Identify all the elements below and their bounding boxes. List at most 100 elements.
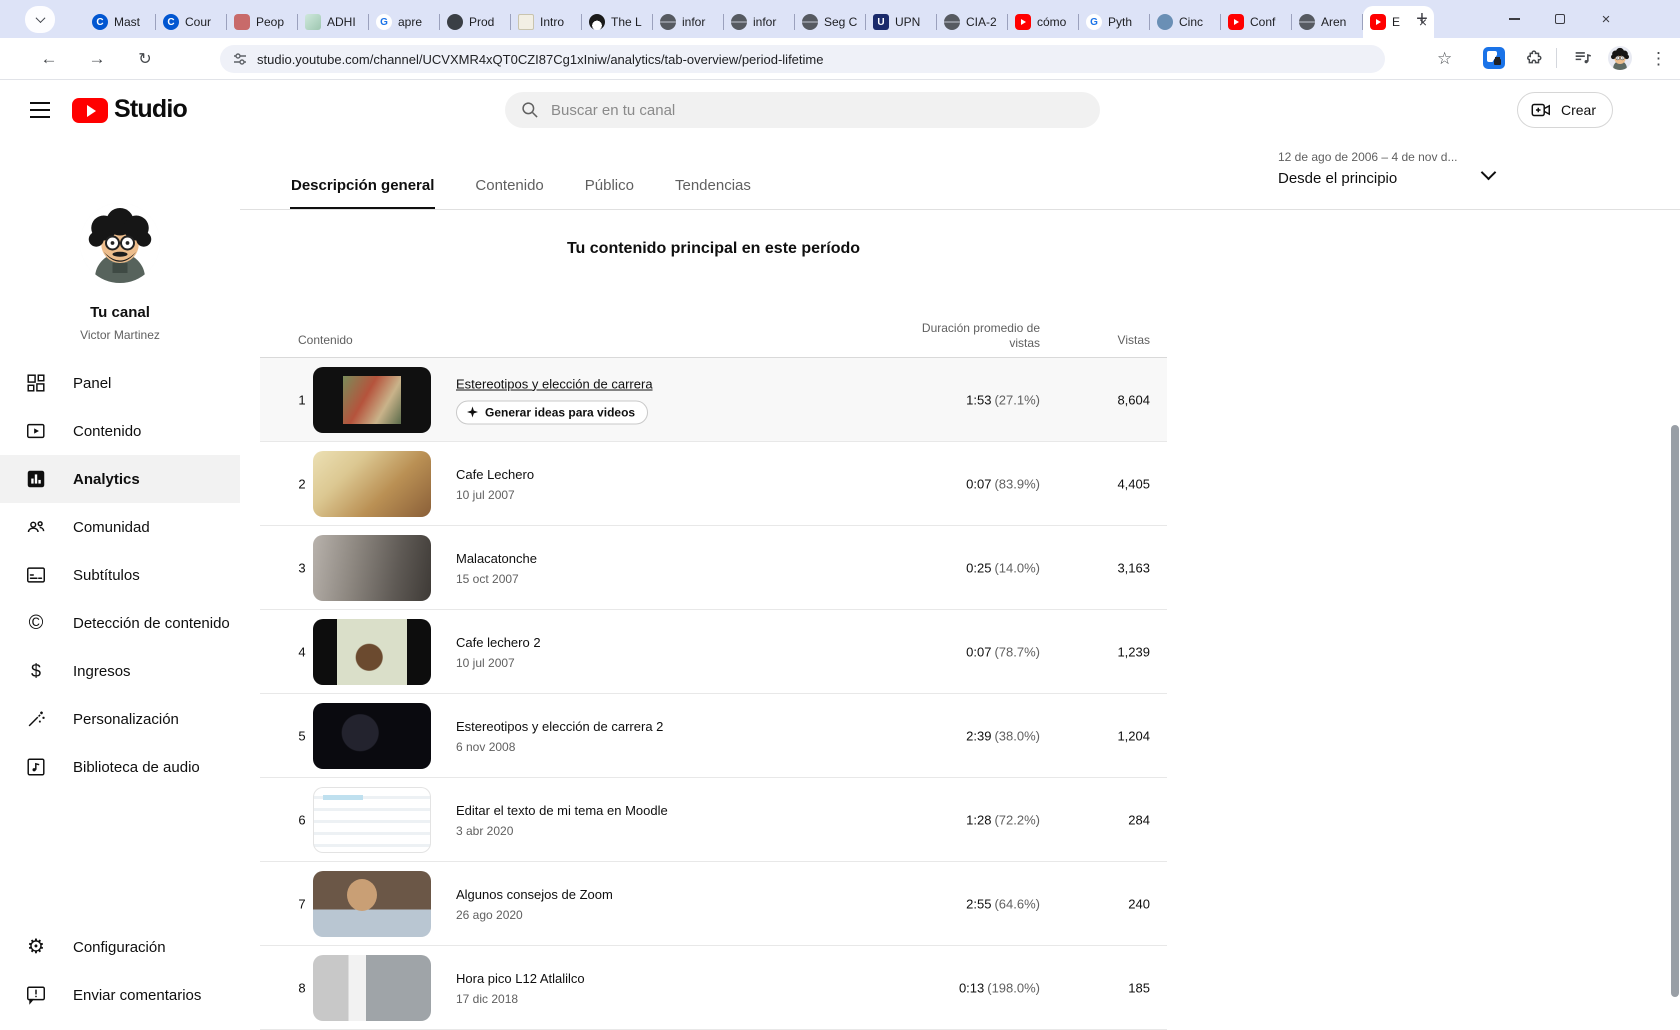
site-info-icon[interactable] [232,51,248,67]
table-row[interactable]: 2 Cafe Lechero 10 jul 2007 0:07(83.9%) [260,442,1167,526]
browser-tab[interactable]: Aren [1292,6,1363,38]
generate-ideas-chip[interactable]: Generar ideas para videos [456,400,648,424]
browser-tab[interactable]: C Cour [156,6,227,38]
browser-tab[interactable]: G apre [369,6,440,38]
tab-favicon [234,14,250,30]
browser-menu-icon[interactable]: ⋮ [1650,49,1667,69]
minimize-button[interactable] [1506,11,1522,27]
back-icon[interactable]: ← [38,49,60,69]
tab-publico[interactable]: Público [584,177,635,210]
tab-favicon [802,14,818,30]
sidebar-item-panel[interactable]: Panel [0,359,240,407]
sidebar-item-personalizacion[interactable]: Personalización [0,695,240,743]
sidebar-item-enviar-comentarios[interactable]: Enviar comentarios [0,971,240,1019]
video-title[interactable]: Cafe lechero 2 [456,634,541,651]
table-row[interactable]: 3 Malacatonche 15 oct 2007 0:25(14.0%) [260,526,1167,610]
browser-tab[interactable]: ADHI [298,6,369,38]
video-thumbnail[interactable] [313,367,431,433]
playlist-icon[interactable] [1572,47,1594,69]
browser-profile-avatar[interactable] [1608,46,1632,70]
tab-favicon [589,14,605,30]
browser-tab[interactable]: G Pyth [1079,6,1150,38]
browser-tab[interactable]: Seg C [795,6,866,38]
video-title[interactable]: Estereotipos y elección de carrera [456,375,653,392]
video-meta: Cafe Lechero 10 jul 2007 [456,466,534,502]
reload-icon[interactable]: ↻ [134,49,156,69]
video-thumbnail[interactable] [313,871,431,937]
address-bar[interactable]: studio.youtube.com/channel/UCVXMR4xQT0CZ… [220,45,1385,73]
table-row[interactable]: 7 Algunos consejos de Zoom 26 ago 2020 2… [260,862,1167,946]
table-row[interactable]: 6 Editar el texto de mi tema en Moodle 3… [260,778,1167,862]
browser-tab[interactable]: infor [653,6,724,38]
rank-number: 4 [290,644,314,659]
sidebar-item-configuracion[interactable]: ⚙ Configuración [0,923,240,971]
studio-sidebar: Tu canal Victor Martinez Panel [0,140,240,1030]
video-thumbnail[interactable] [313,703,431,769]
video-date: 17 dic 2018 [456,992,585,1006]
sidebar-item-analytics[interactable]: Analytics [0,455,240,503]
video-title[interactable]: Malacatonche [456,550,537,567]
tab-search-button[interactable] [25,6,55,33]
browser-tab-strip: C Mast C Cour Peop A [0,0,1680,38]
tab-descripcion-general[interactable]: Descripción general [290,177,435,210]
create-button[interactable]: Crear [1517,92,1613,128]
youtube-logo-icon[interactable] [72,98,108,123]
youtube-studio-logo[interactable]: Studio [114,95,187,124]
sidebar-item-biblioteca[interactable]: Biblioteca de audio [0,743,240,791]
browser-tab[interactable]: cómo [1008,6,1079,38]
sidebar-item-deteccion[interactable]: © Detección de contenido [0,599,240,647]
video-meta: Estereotipos y elección de carrera 2 6 n… [456,718,663,754]
browser-tab[interactable]: The L [582,6,653,38]
window-controls: × [1506,0,1614,38]
channel-search-box[interactable] [505,92,1100,128]
browser-tab[interactable]: U UPN [866,6,937,38]
table-header: Contenido Duración promedio de vistas Vi… [260,270,1167,358]
browser-tab[interactable]: Prod [440,6,511,38]
sidebar-item-subtitulos[interactable]: Subtítulos [0,551,240,599]
extensions-puzzle-icon[interactable] [1522,47,1544,69]
video-thumbnail[interactable] [313,451,431,517]
forward-icon[interactable]: → [86,49,108,69]
video-meta: Algunos consejos de Zoom 26 ago 2020 [456,886,613,922]
password-extension-icon[interactable] [1483,47,1505,69]
video-thumbnail[interactable] [313,955,431,1021]
restore-button[interactable] [1552,11,1568,27]
sidebar-item-ingresos[interactable]: $ Ingresos [0,647,240,695]
sidebar-item-comunidad[interactable]: Comunidad [0,503,240,551]
video-title[interactable]: Editar el texto de mi tema en Moodle [456,802,668,819]
video-title[interactable]: Hora pico L12 Atlalilco [456,970,585,987]
views-count: 1,204 [960,728,1150,743]
browser-tab[interactable]: Cinc [1150,6,1221,38]
new-tab-button[interactable]: + [1408,5,1436,33]
tab-contenido[interactable]: Contenido [474,177,544,210]
video-title[interactable]: Estereotipos y elección de carrera 2 [456,718,663,735]
earnings-icon: $ [24,659,48,683]
sidebar-item-contenido[interactable]: Contenido [0,407,240,455]
hamburger-menu-icon[interactable] [30,102,50,118]
search-input[interactable] [551,102,1085,119]
channel-avatar[interactable] [80,203,160,283]
browser-tab[interactable]: Conf [1221,6,1292,38]
date-range-picker[interactable]: 12 de ago de 2006 – 4 de nov d... Desde … [1278,150,1508,187]
browser-tab[interactable]: CIA-2 [937,6,1008,38]
browser-tab[interactable]: Intro [511,6,582,38]
feedback-icon [24,983,48,1007]
video-thumbnail[interactable] [313,787,431,853]
browser-tab[interactable]: C Mast [85,6,156,38]
video-date: 15 oct 2007 [456,572,537,586]
table-row[interactable]: 8 Hora pico L12 Atlalilco 17 dic 2018 0:… [260,946,1167,1030]
close-window-button[interactable]: × [1598,11,1614,27]
video-title[interactable]: Cafe Lechero [456,466,534,483]
analytics-main: Descripción general Contenido Público Te… [240,140,1680,1030]
scrollbar-thumb[interactable] [1671,425,1679,997]
browser-tab[interactable]: infor [724,6,795,38]
video-title[interactable]: Algunos consejos de Zoom [456,886,613,903]
video-thumbnail[interactable] [313,535,431,601]
table-row[interactable]: 1 Estereotipos y elección de carrera Gen… [260,358,1167,442]
table-row[interactable]: 5 Estereotipos y elección de carrera 2 6… [260,694,1167,778]
browser-tab[interactable]: Peop [227,6,298,38]
bookmark-star-icon[interactable]: ☆ [1437,49,1452,69]
tab-tendencias[interactable]: Tendencias [674,177,752,210]
video-thumbnail[interactable] [313,619,431,685]
table-row[interactable]: 4 Cafe lechero 2 10 jul 2007 0:07(78.7%) [260,610,1167,694]
